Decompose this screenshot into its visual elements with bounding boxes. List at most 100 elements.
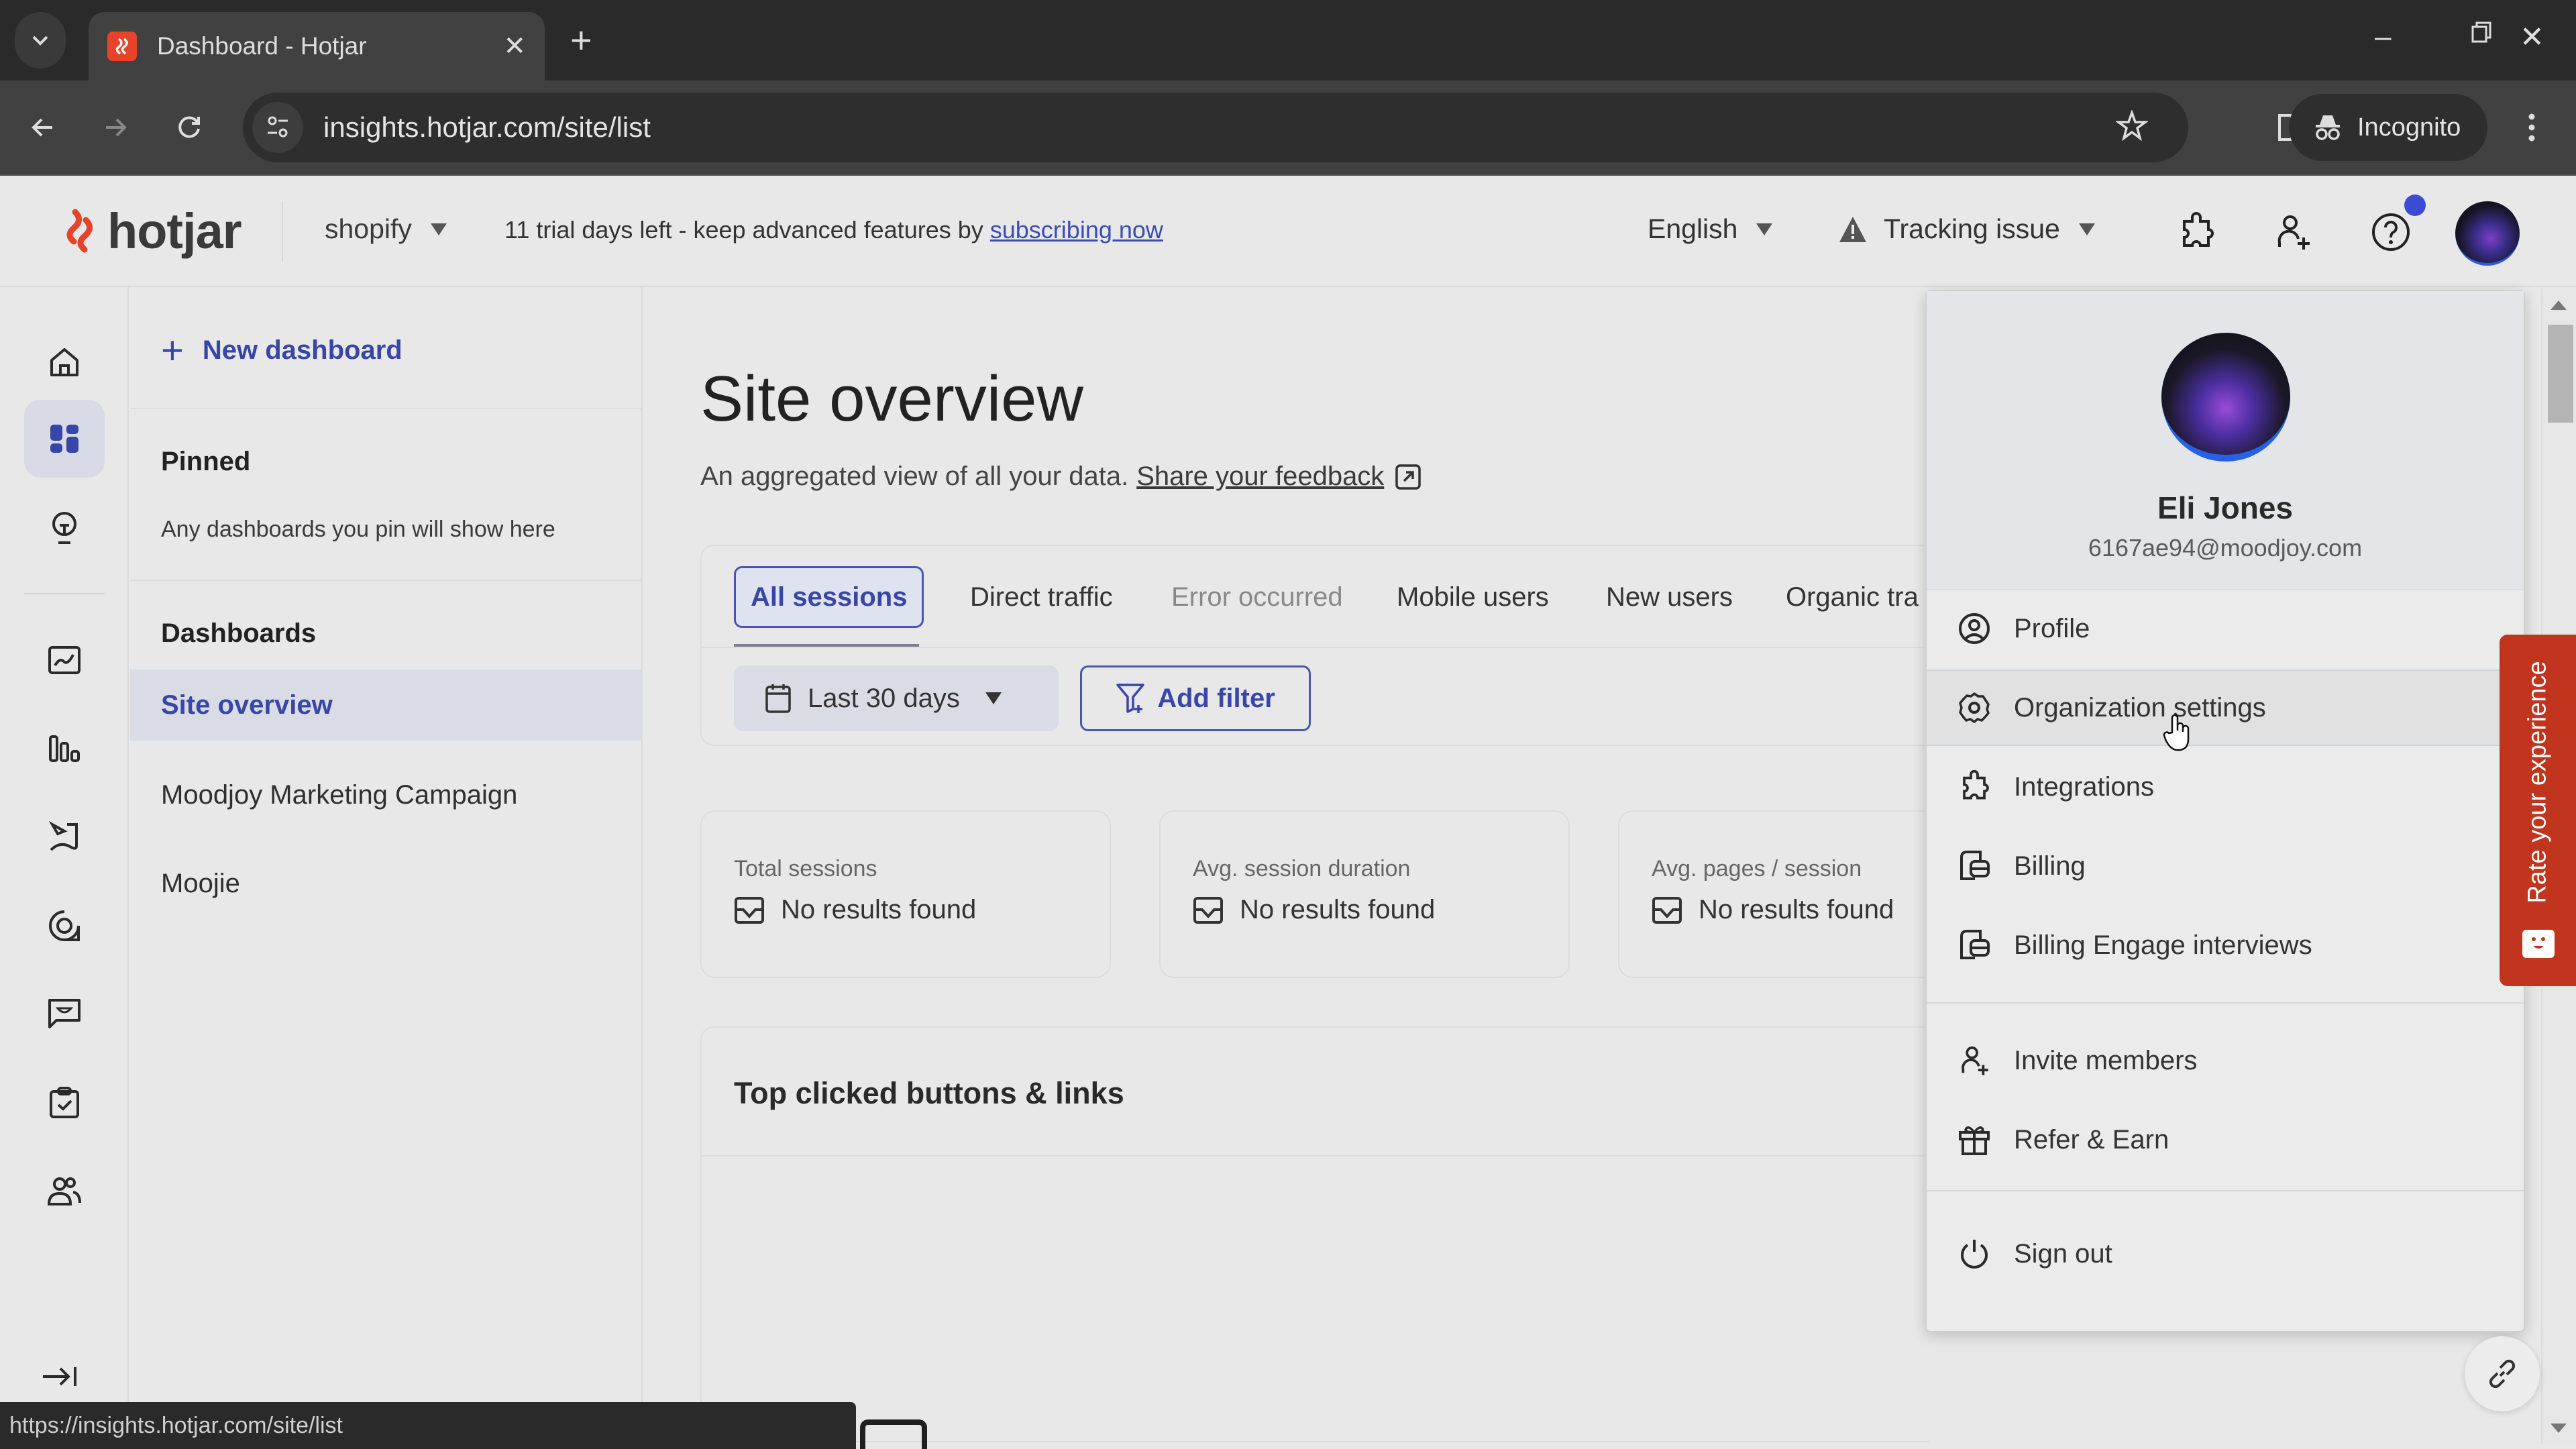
rail-highlights[interactable] [24,490,105,568]
reload-button[interactable] [169,107,209,148]
clipboard-check-icon [50,1087,79,1118]
rail-interviews[interactable] [24,1152,105,1230]
segment-tab-new-users[interactable]: New users [1606,566,1733,628]
chevron-down-icon [32,36,48,46]
date-range-label: Last 30 days [808,683,960,713]
date-range-dropdown[interactable]: Last 30 days [734,665,1059,731]
language-selector[interactable]: English [1648,213,1773,245]
pinned-empty-text: Any dashboards you pin will show here [161,517,555,542]
rail-home[interactable] [24,323,105,401]
copy-link-button[interactable] [2465,1336,2540,1411]
minimize-button[interactable]: – [2375,20,2391,54]
hotjar-logo[interactable]: hotjar [60,203,242,260]
menu-item-organization-settings[interactable]: Organization settings [1927,669,2524,746]
plus-icon: + [161,328,184,372]
hotjar-favicon-icon [107,32,137,61]
smiley-bubble-icon [2522,930,2555,958]
incognito-label: Incognito [2357,113,2461,142]
user-plus-icon [2277,215,2310,250]
subscribe-link[interactable]: subscribing now [990,216,1163,244]
new-dashboard-button[interactable]: + New dashboard [161,328,402,372]
lightbulb-icon [52,512,76,544]
empty-state-icon [860,1419,927,1449]
segment-tab-organic-traffic[interactable]: Organic tra [1786,566,1919,628]
home-icon [50,348,78,376]
site-info-icon[interactable] [252,102,303,153]
menu-item-billing[interactable]: Billing [1927,828,2524,904]
segment-filter-card: All sessions Direct traffic Error occurr… [700,545,1931,746]
rail-heatmaps[interactable] [24,887,105,965]
tab-title: Dashboard - Hotjar [157,32,367,60]
url-text[interactable]: insights.hotjar.com/site/list [323,111,651,144]
site-selector[interactable]: shopify [325,213,447,245]
dashboards-panel: + New dashboard Pinned Any dashboards yo… [130,287,643,1403]
scroll-up-arrow[interactable] [2551,301,2567,310]
address-bar[interactable]: insights.hotjar.com/site/list [243,93,2188,162]
segment-tab-error-occurred[interactable]: Error occurred [1171,566,1343,628]
profile-header: Eli Jones 6167ae94@moodjoy.com [1927,291,2524,590]
segment-tab-mobile-users[interactable]: Mobile users [1397,566,1549,628]
user-avatar-button[interactable] [2455,201,2520,266]
bookmark-star-icon[interactable] [2116,110,2148,142]
menu-item-invite-members[interactable]: Invite members [1927,1022,2524,1099]
empty-inbox-icon [1652,896,1682,924]
rail-dashboards[interactable] [24,400,105,478]
rail-recordings[interactable] [24,798,105,876]
forward-button[interactable] [95,107,136,148]
menu-item-label: Billing Engage interviews [2014,930,2312,960]
dashboards-heading: Dashboards [161,619,317,648]
menu-item-refer-earn[interactable]: Refer & Earn [1927,1102,2524,1178]
integrations-button[interactable] [2171,207,2222,258]
segment-tab-direct-traffic[interactable]: Direct traffic [970,566,1113,628]
scroll-down-arrow[interactable] [2551,1424,2567,1433]
rail-trends[interactable] [24,621,105,699]
dashboard-item-moojie[interactable]: Moojie [130,848,643,919]
restore-button[interactable] [2470,20,2494,44]
add-filter-button[interactable]: Add filter [1080,665,1311,731]
collapse-sidebar-button[interactable] [40,1363,80,1390]
menu-item-integrations[interactable]: Integrations [1927,749,2524,825]
invite-user-button[interactable] [2267,207,2318,258]
tracking-issue-dropdown[interactable]: Tracking issue [1838,213,2095,245]
empty-inbox-icon [735,896,764,924]
tab-search-button[interactable] [15,12,66,68]
menu-item-profile[interactable]: Profile [1927,590,2524,667]
menu-item-label: Billing [2014,851,2086,881]
metric-value-text: No results found [1240,895,1436,924]
panel-divider [130,408,643,409]
tab-close-icon[interactable]: ✕ [503,31,526,62]
scroll-thumb[interactable] [2548,325,2573,423]
feedback-bubble-icon [48,999,80,1028]
menu-divider [1927,1002,2524,1004]
rate-experience-tab[interactable]: Rate your experience [2500,635,2576,986]
external-link-icon[interactable] [1395,464,1421,490]
header-divider [282,201,283,262]
caret-down-icon [2078,223,2095,235]
rail-funnels[interactable] [24,710,105,788]
browser-tab-active[interactable]: Dashboard - Hotjar ✕ [89,12,545,80]
rate-experience-label: Rate your experience [2523,661,2552,904]
browser-menu-button[interactable] [2512,107,2552,148]
segment-tab-all-sessions[interactable]: All sessions [734,566,924,628]
billing-icon [1960,851,1990,880]
reload-icon [178,116,200,138]
profile-avatar [2161,333,2290,462]
menu-item-sign-out[interactable]: Sign out [1927,1216,2524,1292]
new-dashboard-label: New dashboard [202,335,402,365]
power-icon [1961,1240,1988,1269]
back-button[interactable] [23,107,63,148]
share-feedback-link[interactable]: Share your feedback [1136,462,1384,492]
incognito-indicator[interactable]: Incognito [2289,94,2487,161]
close-window-button[interactable]: ✕ [2520,20,2544,54]
metric-value-text: No results found [781,895,977,924]
dashboard-item-site-overview[interactable]: Site overview [130,669,643,741]
top-clicked-title: Top clicked buttons & links [734,1076,1124,1110]
new-tab-button[interactable]: + [570,19,592,62]
rail-surveys[interactable] [24,1064,105,1142]
help-circle-icon [2372,213,2410,251]
rail-feedback[interactable] [24,975,105,1053]
dashboard-item-moodjoy-marketing[interactable]: Moodjoy Marketing Campaign [130,759,643,830]
app-header: hotjar shopify 11 trial days left - keep… [0,176,2576,287]
menu-divider [1927,1190,2524,1191]
menu-item-billing-engage-interviews[interactable]: Billing Engage interviews [1927,907,2524,983]
